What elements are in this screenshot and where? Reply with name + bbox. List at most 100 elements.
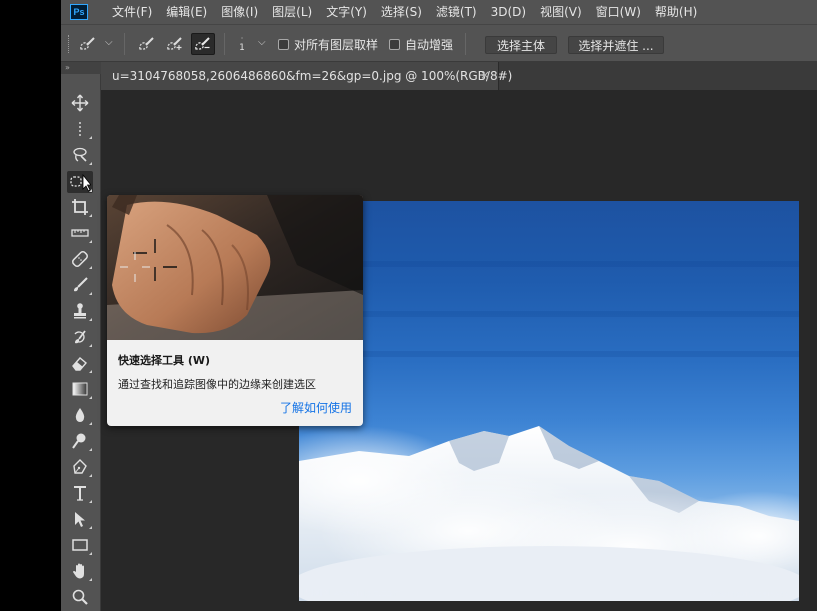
magnifier-icon [72,589,88,605]
auto-enhance-label: 自动增强 [405,38,454,52]
quick-selection-icon [70,173,91,192]
tooltip-video-preview[interactable] [107,195,363,340]
history-brush-icon [74,330,86,344]
options-separator [124,33,125,55]
ruler-icon [71,229,89,237]
paint-brush-icon [74,277,88,292]
crop-icon [72,199,88,215]
history-brush-tool[interactable] [67,326,93,348]
marquee-tool[interactable] [67,118,93,140]
tools-panel: » [61,62,101,611]
pen-tool[interactable] [67,456,93,478]
tooltip-description: 通过查找和追踪图像中的边缘来创建选区 [118,378,316,391]
crop-tool[interactable] [67,196,93,218]
menu-view[interactable]: 视图(V) [533,0,589,24]
clone-stamp-tool[interactable] [67,300,93,322]
menu-edit[interactable]: 编辑(E) [159,0,214,24]
arrow-pointer-icon [75,512,85,527]
type-t-icon [74,486,86,501]
document-tab-bar: u=3104768058,2606486860&fm=26&gp=0.jpg @… [101,62,817,90]
sample-all-layers-option[interactable]: 对所有图层取样 [278,36,378,53]
menu-file[interactable]: 文件(F) [105,0,159,24]
pen-nib-icon [73,459,87,474]
ruler-tool[interactable] [67,222,93,244]
tool-group-indicator [89,526,92,529]
menu-help[interactable]: 帮助(H) [648,0,704,24]
sample-all-layers-checkbox[interactable] [278,39,289,50]
auto-enhance-checkbox[interactable] [389,39,400,50]
photo-watermark-right: NO:20140913204158489 [704,591,793,599]
gradient-icon [72,382,88,396]
type-tool[interactable] [67,482,93,504]
rectangle-icon [72,539,88,551]
menu-filter[interactable]: 滤镜(T) [429,0,484,24]
options-bar: ⌵ · 1 ⌵ 对所有图层取样 自动增强 选择主体 选择并遮住 ... [61,24,817,62]
new-selection-button[interactable] [135,33,159,55]
options-separator [224,33,225,55]
menu-image[interactable]: 图像(I) [214,0,265,24]
photoshop-logo[interactable]: Ps [70,4,88,20]
tool-preset-picker[interactable] [76,33,100,55]
brush-size-picker[interactable]: · 1 [235,25,249,63]
sample-all-layers-label: 对所有图层取样 [294,38,379,52]
rectangle-tool[interactable] [67,534,93,556]
gradient-tool[interactable] [67,378,93,400]
bandage-icon [72,251,88,267]
tool-group-indicator [89,370,92,373]
tool-group-indicator [89,552,92,555]
tool-group-indicator [89,240,92,243]
water-drop-icon [75,408,85,422]
auto-enhance-option[interactable]: 自动增强 [389,36,453,53]
options-separator [465,33,466,55]
add-to-selection-button[interactable] [163,33,187,55]
hand-on-mouse-preview-image [107,195,363,340]
tool-group-indicator [89,344,92,347]
menu-window[interactable]: 窗口(W) [589,0,648,24]
path-selection-tool[interactable] [67,508,93,530]
blur-tool[interactable] [67,404,93,426]
tool-group-indicator [89,474,92,477]
brush-tool[interactable] [67,274,93,296]
eraser-tool[interactable] [67,352,93,374]
select-and-mask-button[interactable]: 选择并遮住 ... [568,36,664,54]
tools-collapse-toggle[interactable]: » [61,62,101,74]
document-image[interactable]: 昵图网 www.nipic.com NO:20140913204158489 [299,201,799,601]
tool-group-indicator [89,136,92,139]
menu-layer[interactable]: 图层(L) [265,0,319,24]
select-subject-button[interactable]: 选择主体 [485,36,557,54]
subtract-from-selection-button[interactable] [191,33,215,55]
tool-group-indicator [89,189,92,192]
brush-size-chevron-icon[interactable]: ⌵ [258,37,266,48]
tool-group-indicator [89,396,92,399]
move-tool[interactable] [67,92,93,114]
healing-brush-tool[interactable] [67,248,93,270]
learn-how-link[interactable]: 了解如何使用 [280,399,352,416]
rich-tooltip-quick-selection: 快速选择工具 (W) 通过查找和追踪图像中的边缘来创建选区 了解如何使用 [107,195,363,426]
menubar: Ps 文件(F) 编辑(E) 图像(I) 图层(L) 文字(Y) 选择(S) 滤… [61,0,817,24]
tool-preset-chevron-icon[interactable]: ⌵ [105,37,113,48]
menu-3d[interactable]: 3D(D) [484,0,533,24]
menu-type[interactable]: 文字(Y) [319,0,374,24]
move-icon [71,94,89,112]
photo-watermark-left: 昵图网 www.nipic.com [303,589,401,599]
document-tab[interactable]: u=3104768058,2606486860&fm=26&gp=0.jpg @… [101,62,512,90]
menu-select[interactable]: 选择(S) [374,0,429,24]
add-selection-brush-icon [167,37,182,50]
zoom-tool[interactable] [67,586,93,608]
close-tab-icon[interactable]: × [480,68,490,82]
quick-selection-brush-icon [80,37,95,50]
options-grip[interactable] [68,35,69,53]
quick-selection-tool[interactable] [67,171,93,193]
brush-size-value: 1 [239,43,245,53]
lasso-icon [73,147,87,162]
hand-tool[interactable] [67,560,93,582]
subtract-selection-brush-icon [195,37,210,50]
tool-group-indicator [89,318,92,321]
tooltip-title: 快速选择工具 (W) [118,354,211,367]
stamp-icon [74,303,86,319]
tool-group-indicator [89,162,92,165]
dodge-tool[interactable] [67,430,93,452]
lasso-tool[interactable] [67,144,93,166]
new-selection-brush-icon [139,37,154,50]
tool-group-indicator [89,266,92,269]
